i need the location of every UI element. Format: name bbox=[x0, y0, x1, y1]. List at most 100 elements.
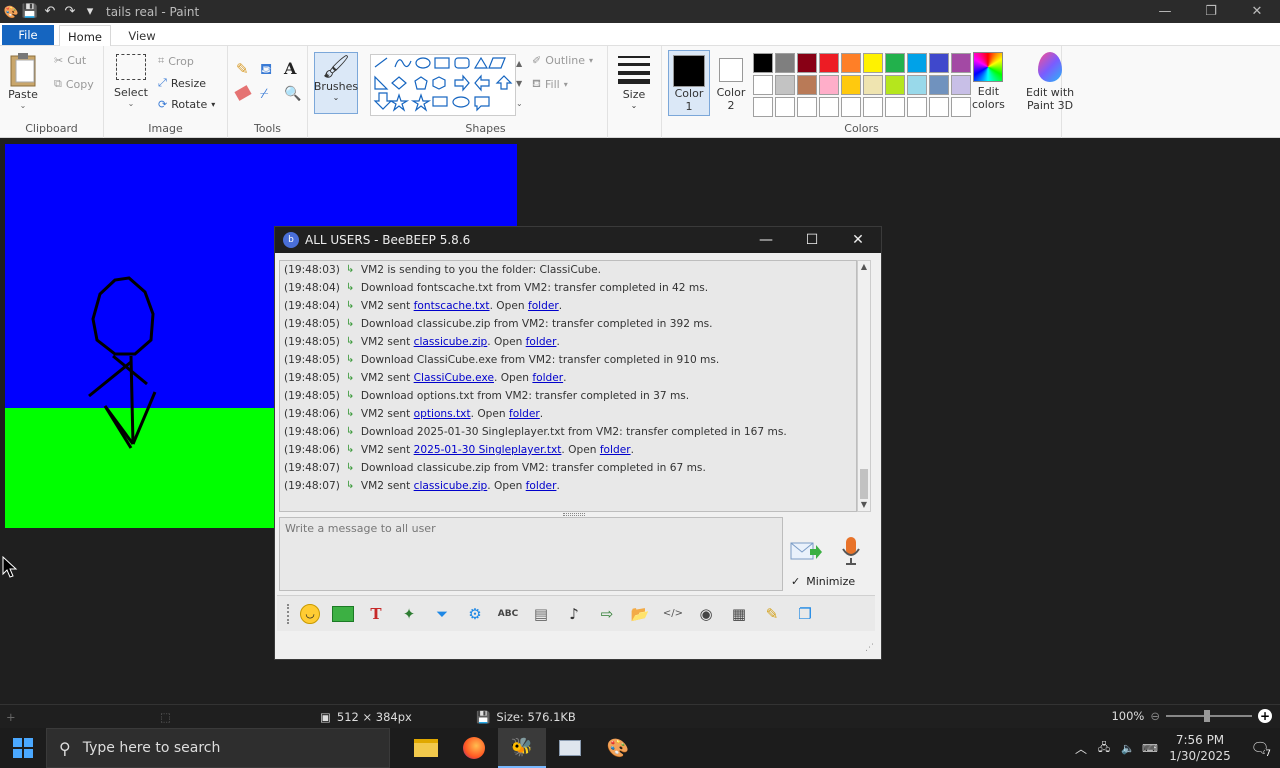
send-message-button[interactable] bbox=[789, 537, 823, 565]
palette-swatch[interactable] bbox=[885, 53, 905, 73]
action-center-button[interactable]: 🗨 7 bbox=[1240, 728, 1280, 768]
palette-swatch[interactable] bbox=[819, 75, 839, 95]
zoom-slider-thumb[interactable] bbox=[1204, 710, 1210, 722]
filter-icon[interactable]: ⏷ bbox=[428, 600, 456, 628]
palette-swatch[interactable] bbox=[841, 53, 861, 73]
compact-view-icon[interactable]: ▤ bbox=[527, 600, 555, 628]
chat-scrollbar[interactable]: ▲ ▼ bbox=[857, 260, 871, 512]
fill-bucket-icon[interactable]: ⛾ bbox=[260, 60, 272, 80]
file-link[interactable]: fontscache.txt bbox=[414, 300, 490, 312]
send-file-icon[interactable]: ⇨ bbox=[593, 600, 621, 628]
palette-swatch[interactable] bbox=[907, 97, 927, 117]
network-icon[interactable]: 🖧 bbox=[1092, 739, 1116, 758]
zoom-out-button[interactable]: ⊖ bbox=[1150, 709, 1160, 723]
palette-swatch[interactable] bbox=[797, 75, 817, 95]
palette-swatch[interactable] bbox=[863, 97, 883, 117]
folder-link[interactable]: folder bbox=[532, 372, 563, 384]
folder-link[interactable]: folder bbox=[526, 480, 557, 492]
palette-swatch[interactable] bbox=[951, 75, 971, 95]
rotate-button[interactable]: ⟳ Rotate ▾ bbox=[158, 98, 215, 111]
maximize-button[interactable]: ❐ bbox=[1188, 0, 1234, 23]
palette-swatch[interactable] bbox=[885, 75, 905, 95]
terminal-icon[interactable]: ▦ bbox=[725, 600, 753, 628]
close-button[interactable]: ✕ bbox=[1234, 0, 1280, 23]
code-snippet-icon[interactable]: </> bbox=[659, 600, 687, 628]
folder-link[interactable]: folder bbox=[509, 408, 540, 420]
beebeep-maximize-button[interactable]: ☐ bbox=[789, 227, 835, 253]
message-input[interactable]: Write a message to all user bbox=[279, 517, 783, 591]
ime-icon[interactable]: ⌨ bbox=[1140, 742, 1160, 755]
notes-icon[interactable]: ✎ bbox=[758, 600, 786, 628]
zoom-in-button[interactable]: + bbox=[1258, 709, 1272, 723]
splitter-handle[interactable] bbox=[563, 513, 585, 516]
palette-swatch[interactable] bbox=[753, 97, 773, 117]
palette-swatch[interactable] bbox=[753, 75, 773, 95]
start-button[interactable] bbox=[0, 728, 46, 768]
minimize-checkbox[interactable]: ✓ Minimize bbox=[791, 575, 855, 588]
snipping-tool-icon[interactable] bbox=[546, 728, 594, 768]
firefox-icon[interactable] bbox=[450, 728, 498, 768]
palette-swatch[interactable] bbox=[775, 97, 795, 117]
palette-swatch[interactable] bbox=[863, 75, 883, 95]
palette-swatch[interactable] bbox=[797, 97, 817, 117]
palette-swatch[interactable] bbox=[841, 97, 861, 117]
palette-swatch[interactable] bbox=[819, 53, 839, 73]
palette-swatch[interactable] bbox=[929, 97, 949, 117]
new-window-icon[interactable]: ❐ bbox=[791, 600, 819, 628]
palette-swatch[interactable] bbox=[841, 75, 861, 95]
file-link[interactable]: ClassiCube.exe bbox=[414, 372, 494, 384]
edit-colors-button[interactable]: Edit colors bbox=[972, 52, 1005, 111]
edit-with-paint3d-button[interactable]: Edit with Paint 3D bbox=[1026, 52, 1074, 112]
palette-swatch[interactable] bbox=[775, 75, 795, 95]
tab-home[interactable]: Home bbox=[59, 25, 111, 47]
palette-swatch[interactable] bbox=[753, 53, 773, 73]
outline-button[interactable]: ✐ Outline ▾ bbox=[532, 54, 593, 67]
email-icon[interactable] bbox=[329, 600, 357, 628]
folder-link[interactable]: folder bbox=[600, 444, 631, 456]
eraser-icon[interactable] bbox=[234, 85, 252, 101]
show-hidden-icons[interactable]: ︿ bbox=[1070, 740, 1092, 757]
paste-button[interactable]: Paste ⌄ bbox=[8, 52, 38, 110]
file-link[interactable]: 2025-01-30 Singleplayer.txt bbox=[414, 444, 562, 456]
palette-swatch[interactable] bbox=[775, 53, 795, 73]
beebeep-taskbar-icon[interactable]: 🐝 bbox=[498, 728, 546, 768]
palette-swatch[interactable] bbox=[863, 53, 883, 73]
customize-qat-icon[interactable]: ▾ bbox=[80, 2, 100, 22]
file-link[interactable]: options.txt bbox=[414, 408, 471, 420]
crop-button[interactable]: ⌗ Crop bbox=[158, 54, 194, 68]
scroll-down-arrow[interactable]: ▼ bbox=[858, 499, 870, 511]
font-style-icon[interactable]: T bbox=[362, 600, 390, 628]
copy-button[interactable]: ⧉ Copy bbox=[54, 77, 94, 91]
text-tool-icon[interactable]: A bbox=[284, 59, 296, 78]
color1-button[interactable]: Color 1 bbox=[668, 50, 710, 116]
brushes-button[interactable]: 🖌 Brushes ⌄ bbox=[314, 52, 358, 114]
undo-icon[interactable]: ↶ bbox=[40, 2, 60, 22]
pencil-icon[interactable]: ✎ bbox=[236, 60, 249, 78]
color-picker-icon[interactable]: ⌿ bbox=[260, 86, 268, 102]
minimize-button[interactable]: — bbox=[1142, 0, 1188, 23]
tab-view[interactable]: View bbox=[116, 25, 168, 46]
tab-file[interactable]: File bbox=[2, 25, 54, 45]
settings-gear-icon[interactable]: ⚙ bbox=[461, 600, 489, 628]
beebeep-close-button[interactable]: ✕ bbox=[835, 227, 881, 253]
color-wand-icon[interactable]: ✦ bbox=[395, 600, 423, 628]
voice-message-button[interactable] bbox=[838, 535, 864, 567]
palette-swatch[interactable] bbox=[819, 97, 839, 117]
palette-swatch[interactable] bbox=[797, 53, 817, 73]
color2-button[interactable]: Color 2 bbox=[710, 50, 752, 114]
scroll-up-arrow[interactable]: ▲ bbox=[858, 261, 870, 273]
magnifier-icon[interactable]: 🔍 bbox=[284, 86, 301, 102]
fill-button[interactable]: ⛾ Fill ▾ bbox=[532, 77, 568, 92]
select-button[interactable]: Select ⌄ bbox=[114, 54, 148, 108]
folder-link[interactable]: folder bbox=[526, 336, 557, 348]
paint-taskbar-icon[interactable]: 🎨 bbox=[594, 728, 642, 768]
folder-link[interactable]: folder bbox=[528, 300, 559, 312]
color-palette[interactable] bbox=[752, 52, 972, 118]
volume-icon[interactable]: 🔈 bbox=[1116, 742, 1140, 755]
taskbar-clock[interactable]: 7:56 PM 1/30/2025 bbox=[1160, 732, 1240, 764]
file-link[interactable]: classicube.zip bbox=[414, 336, 488, 348]
palette-swatch[interactable] bbox=[951, 97, 971, 117]
music-note-icon[interactable]: ♪ bbox=[560, 600, 588, 628]
beebeep-minimize-button[interactable]: — bbox=[743, 227, 789, 253]
cut-button[interactable]: ✂ Cut bbox=[54, 54, 86, 67]
